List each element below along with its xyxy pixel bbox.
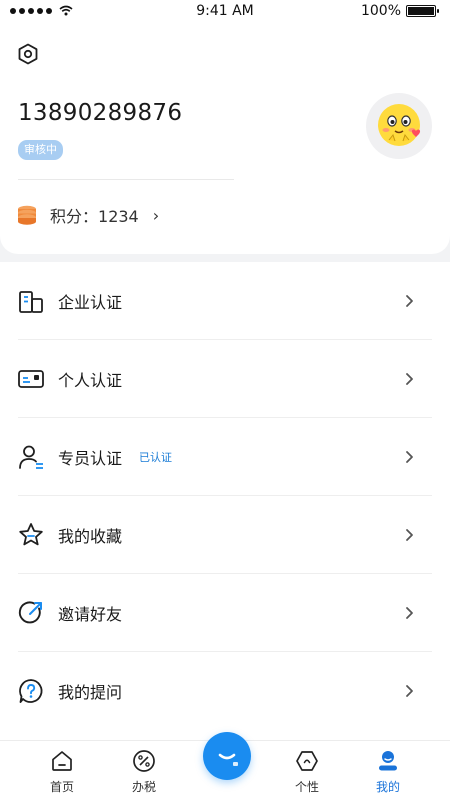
percent-icon	[133, 750, 155, 772]
status-badge: 审核中	[18, 140, 63, 160]
points-label: 积分：	[50, 207, 99, 226]
chevron-right-icon	[406, 373, 413, 385]
menu-item-label: 我的收藏	[58, 527, 123, 546]
share-arrow-icon	[18, 601, 42, 624]
tab-personal[interactable]: 个性	[277, 749, 337, 799]
menu-item-commissioner-auth[interactable]: 专员认证 已认证	[0, 418, 450, 496]
chevron-right-icon	[406, 295, 413, 307]
star-icon	[19, 523, 43, 546]
tab-label: 首页	[49, 780, 74, 794]
chevron-right-icon	[406, 607, 413, 619]
points-row[interactable]: 积分：1234 ›	[16, 203, 159, 227]
profile-card: 13890289876 审核中 积分：1234 ›	[0, 24, 450, 254]
points-chevron-icon: ›	[152, 205, 160, 225]
building-icon	[19, 291, 43, 313]
user-badge-icon	[19, 445, 43, 469]
menu-item-label: 我的提问	[58, 683, 123, 702]
menu-item-personal-auth[interactable]: 个人认证	[0, 340, 450, 418]
menu-item-enterprise-auth[interactable]: 企业认证	[0, 262, 450, 340]
tab-tax[interactable]: 办税	[114, 749, 174, 799]
tab-mine[interactable]: 我的	[358, 749, 418, 799]
menu-item-my-questions[interactable]: 我的提问	[0, 652, 450, 730]
chevron-right-icon	[406, 529, 413, 541]
chevron-right-icon	[406, 685, 413, 697]
phone-number: 13890289876	[18, 100, 183, 126]
tab-label: 办税	[131, 780, 156, 794]
status-bar: 9:41 AM 100%	[0, 0, 450, 24]
points-value: 1234	[98, 207, 139, 226]
divider	[18, 179, 234, 180]
question-icon	[19, 679, 43, 703]
person-icon	[379, 751, 397, 771]
menu-item-invite-friends[interactable]: 邀请好友	[0, 574, 450, 652]
tab-home[interactable]: 首页	[32, 749, 92, 799]
id-card-icon	[18, 370, 44, 388]
home-icon	[52, 751, 72, 771]
tab-label: 个性	[294, 780, 319, 794]
menu-item-label: 专员认证	[58, 449, 123, 468]
menu-item-label: 企业认证	[58, 293, 123, 312]
coin-stack-icon	[18, 205, 36, 225]
tab-label: 我的	[375, 780, 400, 794]
battery-percent: 100%	[360, 3, 401, 19]
battery-icon	[406, 5, 439, 17]
menu-item-label: 邀请好友	[58, 605, 123, 624]
chevron-right-icon	[406, 451, 413, 463]
menu-item-favorites[interactable]: 我的收藏	[0, 496, 450, 574]
menu-list: 企业认证 个人认证 专员认证 已认证 我的收藏 邀请好友 我的提问	[0, 262, 450, 740]
menu-item-label: 个人认证	[58, 371, 123, 390]
chat-bubble-icon	[218, 753, 238, 766]
hexagon-icon	[296, 751, 318, 771]
settings-icon[interactable]	[16, 42, 40, 66]
avatar[interactable]	[366, 93, 432, 159]
verified-tag: 已认证	[139, 451, 172, 464]
emoji-avatar-icon	[378, 104, 421, 146]
center-chat-button[interactable]	[203, 732, 251, 780]
